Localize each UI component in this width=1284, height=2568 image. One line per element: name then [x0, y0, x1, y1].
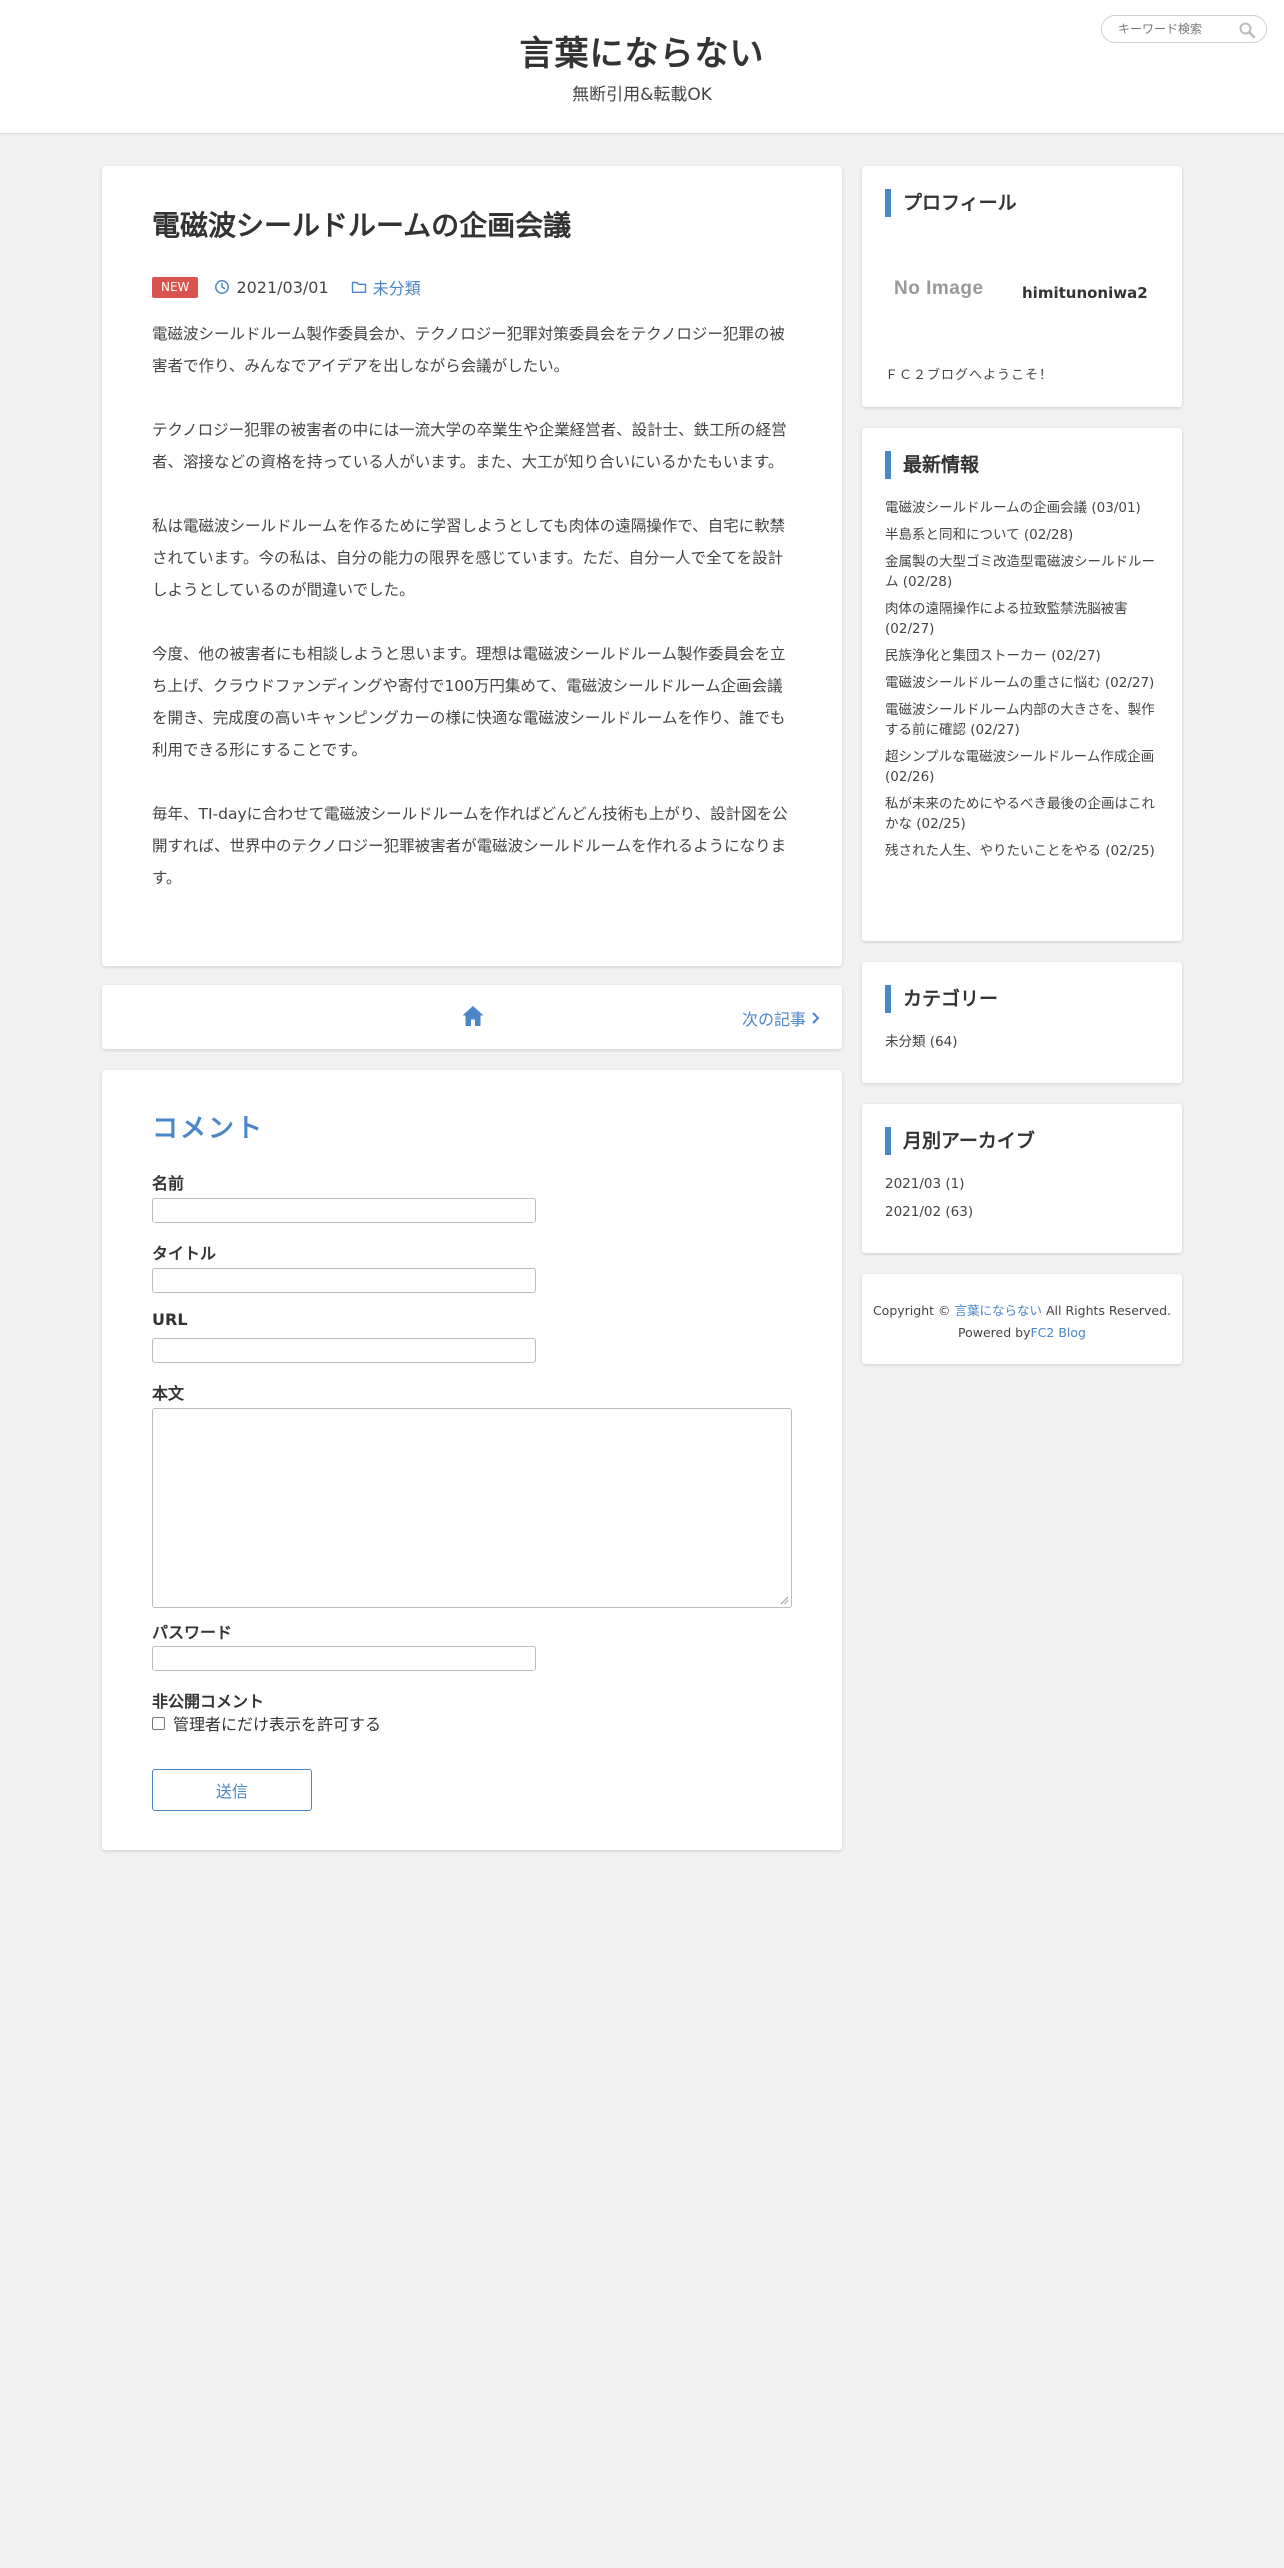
url-label: URL: [152, 1310, 188, 1329]
recent-item[interactable]: 電磁波シールドルーム内部の大きさを、製作する前に確認 (02/27): [885, 700, 1167, 740]
recent-item[interactable]: 半島系と同和について (02/28): [885, 525, 1167, 545]
recent-item[interactable]: 肉体の遠隔操作による拉致監禁洗脳被害 (02/27): [885, 599, 1167, 639]
body-textarea[interactable]: [152, 1408, 792, 1608]
article-pager: 次の記事: [102, 985, 842, 1049]
search-icon[interactable]: [1238, 21, 1256, 39]
private-checkbox-row: 管理者にだけ表示を許可する: [152, 1711, 381, 1735]
archive-item[interactable]: 2021/03 (1): [885, 1174, 973, 1194]
search-input[interactable]: [1116, 20, 1231, 38]
archive-item[interactable]: 2021/02 (63): [885, 1202, 973, 1222]
article-paragraph: 今度、他の被害者にも相談しようと思います。理想は電磁波シールドルーム製作委員会を…: [152, 645, 786, 759]
recent-item[interactable]: 民族浄化と集団ストーカー (02/27): [885, 646, 1167, 666]
article-date: 2021/03/01: [236, 277, 329, 297]
body-label: 本文: [152, 1384, 185, 1403]
site-title[interactable]: 言葉にならない: [0, 26, 1284, 75]
recent-item[interactable]: 電磁波シールドルームの企画会議 (03/01): [885, 498, 1167, 518]
chevron-right-icon: [812, 1012, 820, 1024]
submit-button[interactable]: 送信: [152, 1769, 312, 1811]
powered-link[interactable]: FC2 Blog: [1030, 1325, 1085, 1340]
category-heading: カテゴリー: [885, 985, 998, 1013]
article-paragraph: 電磁波シールドルーム製作委員会か、テクノロジー犯罪対策委員会をテクノロジー犯罪の…: [152, 325, 785, 375]
resize-grip-icon[interactable]: [779, 1595, 789, 1605]
archive-list: 2021/03 (1) 2021/02 (63): [885, 1174, 973, 1230]
recent-item[interactable]: 残された人生、やりたいことをやる (02/25): [885, 841, 1167, 861]
next-article-label: 次の記事: [741, 1010, 806, 1029]
recent-item[interactable]: 超シンプルな電磁波シールドルーム作成企画 (02/26): [885, 747, 1167, 787]
recent-posts-widget: 最新情報 電磁波シールドルームの企画会議 (03/01) 半島系と同和について …: [862, 428, 1182, 941]
home-icon[interactable]: [460, 1003, 486, 1029]
recent-heading: 最新情報: [885, 451, 979, 479]
profile-no-image: No Image: [894, 278, 984, 299]
comment-form: コメント 名前 タイトル URL 本文 パスワード 非公開コメント 管理者にだけ…: [102, 1070, 842, 1850]
comment-heading: コメント: [152, 1114, 265, 1144]
search-box[interactable]: [1101, 15, 1267, 43]
name-label: 名前: [152, 1174, 185, 1193]
url-input[interactable]: [152, 1338, 536, 1363]
article-meta: NEW 2021/03/01 未分類: [152, 276, 421, 298]
private-checkbox-label[interactable]: 管理者にだけ表示を許可する: [173, 1711, 381, 1735]
copyright-prefix: Copyright ©: [872, 1303, 951, 1318]
copyright-widget: Copyright © 言葉にならない All Rights Reserved.…: [862, 1274, 1182, 1364]
folder-icon: [351, 281, 366, 293]
title-input[interactable]: [152, 1268, 536, 1293]
profile-username: himitunoniwa2: [1022, 284, 1148, 302]
copyright-suffix: All Rights Reserved.: [1046, 1303, 1172, 1318]
recent-list: 電磁波シールドルームの企画会議 (03/01) 半島系と同和について (02/2…: [885, 498, 1167, 868]
archive-widget: 月別アーカイブ 2021/03 (1) 2021/02 (63): [862, 1104, 1182, 1253]
profile-greeting: ＦＣ２ブログへようこそ！: [885, 368, 1054, 383]
archive-heading: 月別アーカイブ: [885, 1127, 1035, 1155]
recent-item[interactable]: 電磁波シールドルームの重さに悩む (02/27): [885, 673, 1167, 693]
article-paragraph: テクノロジー犯罪の被害者の中には一流大学の卒業生や企業経営者、設計士、鉄工所の経…: [152, 421, 787, 471]
private-label: 非公開コメント: [152, 1692, 265, 1711]
profile-heading: プロフィール: [885, 189, 1017, 217]
article-body: 電磁波シールドルーム製作委員会か、テクノロジー犯罪対策委員会をテクノロジー犯罪の…: [152, 318, 792, 926]
profile-widget: プロフィール No Image himitunoniwa2 ＦＣ２ブログへようこ…: [862, 166, 1182, 407]
password-label: パスワード: [152, 1623, 233, 1642]
site-description: 無断引用&転載OK: [572, 85, 712, 105]
copyright-site-link[interactable]: 言葉にならない: [955, 1303, 1043, 1318]
article-paragraph: 毎年、TI-dayに合わせて電磁波シールドルームを作ればどんどん技術も上がり、設…: [152, 805, 788, 887]
next-article-link[interactable]: 次の記事: [742, 1006, 822, 1030]
powered-prefix: Powered by: [958, 1325, 1031, 1340]
article-title: 電磁波シールドルームの企画会議: [152, 209, 572, 242]
category-list: 未分類 (64): [885, 1032, 958, 1060]
article-category-link[interactable]: 未分類: [373, 275, 421, 299]
password-input[interactable]: [152, 1646, 536, 1671]
category-widget: カテゴリー 未分類 (64): [862, 962, 1182, 1083]
copyright-text: Copyright © 言葉にならない All Rights Reserved.…: [862, 1300, 1182, 1344]
private-checkbox[interactable]: [152, 1716, 165, 1730]
site-header: 言葉にならない 無断引用&転載OK: [0, 0, 1284, 134]
recent-item[interactable]: 金属製の大型ゴミ改造型電磁波シールドルーム (02/28): [885, 552, 1167, 592]
article-card: 電磁波シールドルームの企画会議 NEW 2021/03/01 未分類 電磁波シー…: [102, 166, 842, 966]
clock-icon: [215, 280, 230, 294]
title-label: タイトル: [152, 1244, 217, 1263]
recent-item[interactable]: 私が未来のためにやるべき最後の企画はこれかな (02/25): [885, 794, 1167, 834]
new-badge: NEW: [152, 276, 199, 298]
article-paragraph: 私は電磁波シールドルームを作るために学習しようとしても肉体の遠隔操作で、自宅に軟…: [152, 517, 786, 599]
name-input[interactable]: [152, 1198, 536, 1223]
category-item[interactable]: 未分類 (64): [885, 1032, 958, 1052]
